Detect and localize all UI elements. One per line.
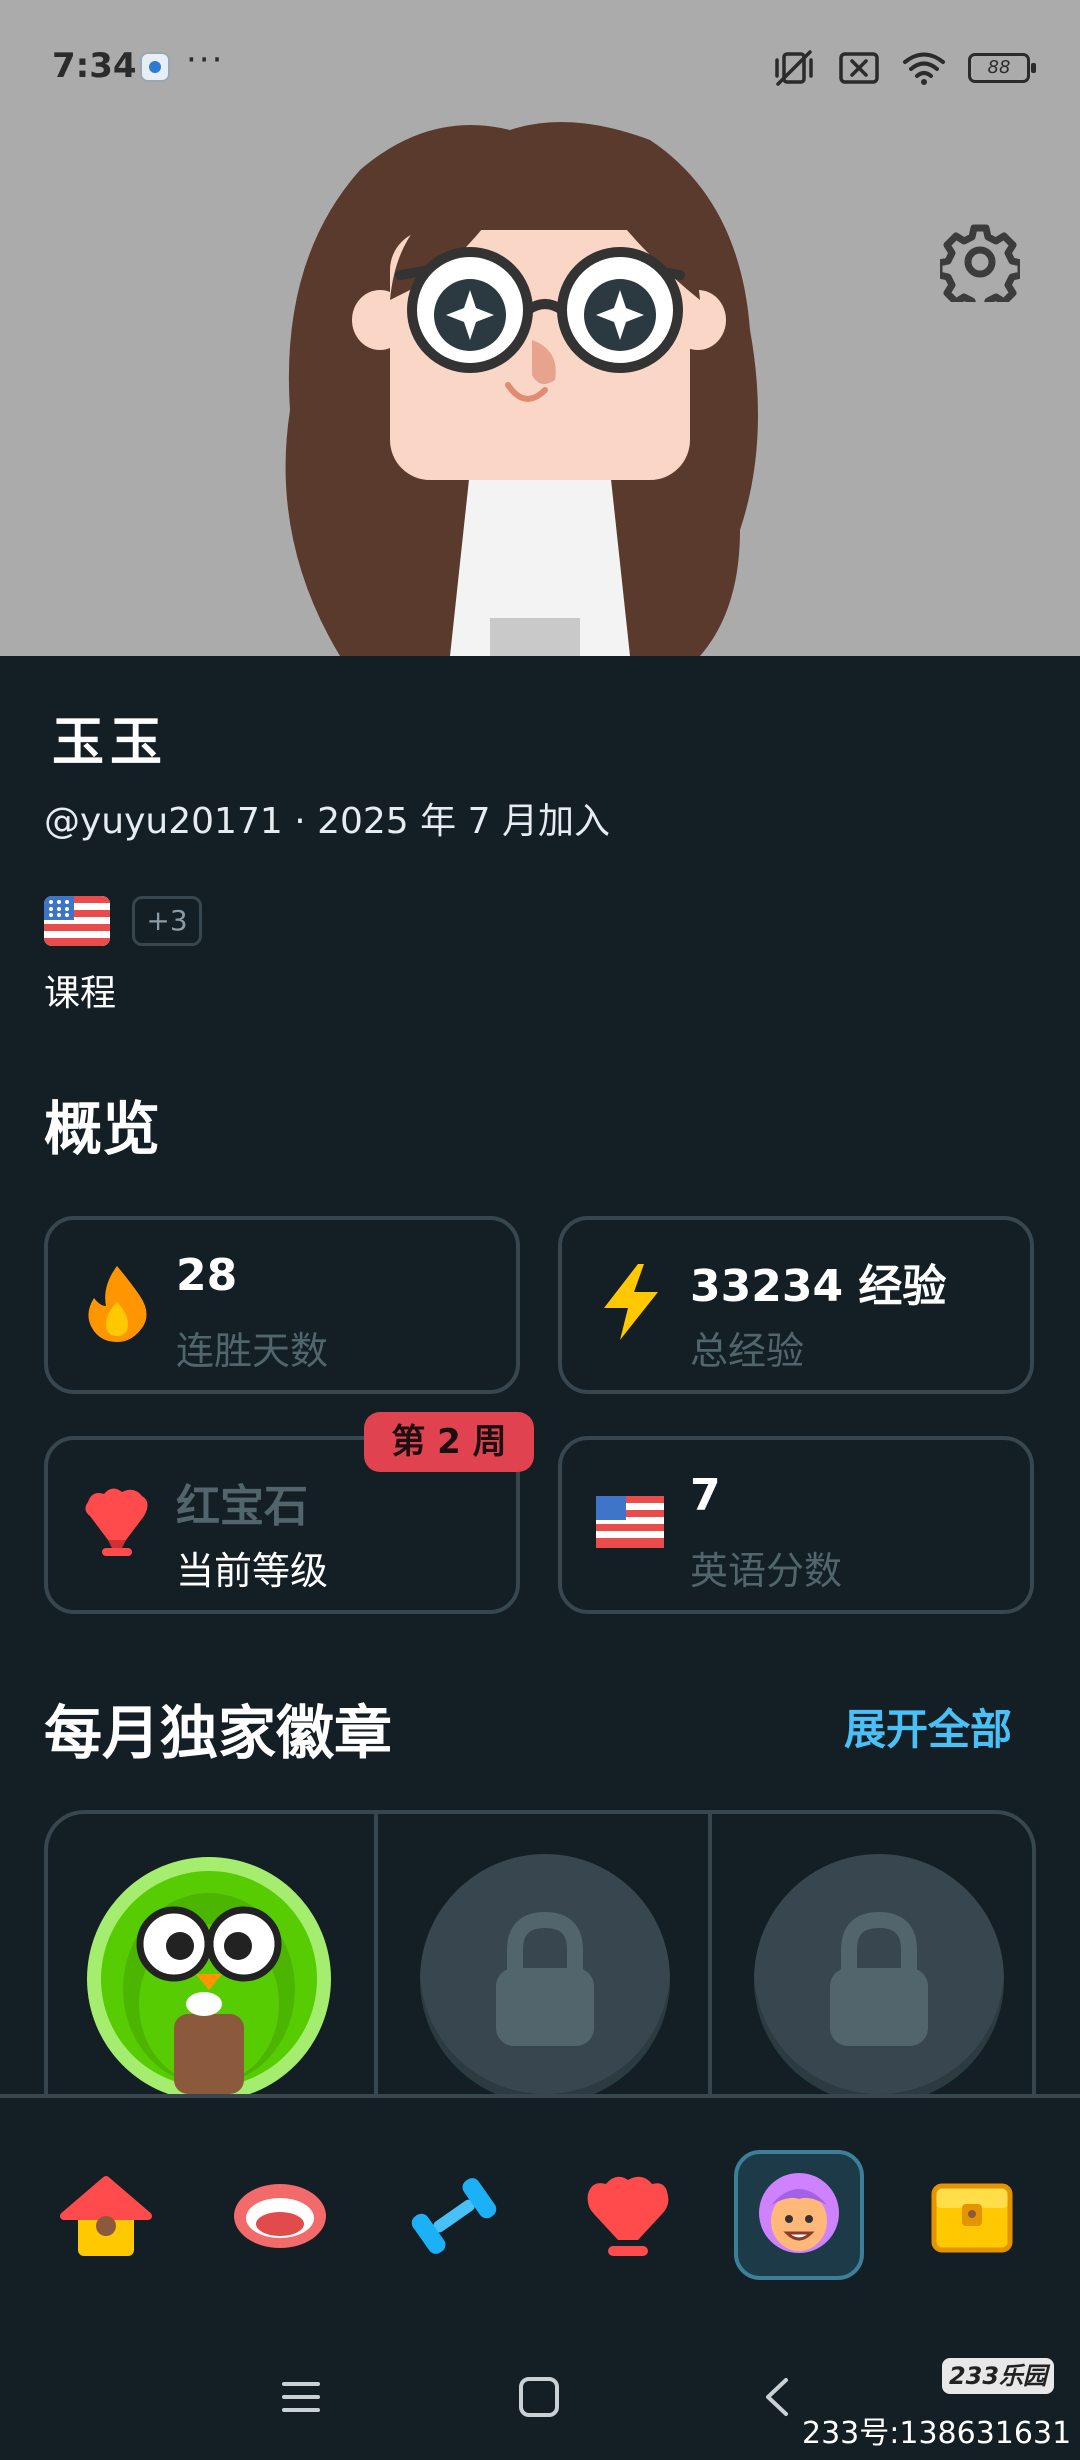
profile-icon (759, 2173, 839, 2253)
us-flag-icon (596, 1496, 664, 1548)
avatar-illustration (285, 122, 758, 656)
nav-practice[interactable] (394, 2156, 514, 2276)
app-notification-icon (140, 52, 170, 82)
locked-badge[interactable] (754, 1854, 1004, 2104)
total-xp-card[interactable]: 33234 经验 总经验 (558, 1216, 1034, 1394)
username-join-date: @yuyu20171 · 2025 年 7 月加入 (44, 801, 610, 842)
monthly-badges-title: 每月独家徽章 (44, 1699, 393, 1767)
wifi-icon (903, 52, 945, 85)
speaking-icon (234, 2184, 326, 2248)
vibrate-off-icon (775, 50, 813, 86)
shop-chest-icon (931, 2183, 1013, 2253)
league-week-badge: 第 2 周 (364, 1412, 534, 1472)
back-icon[interactable] (756, 2374, 802, 2420)
badge-divider (374, 1814, 378, 2110)
course-list[interactable]: +3 (44, 896, 202, 946)
home-button-icon[interactable] (516, 2374, 562, 2420)
us-flag-icon[interactable] (44, 896, 110, 946)
leagues-icon (587, 2176, 669, 2256)
streak-label: 连胜天数 (176, 1329, 329, 1373)
streak-card[interactable]: 28 连胜天数 (44, 1216, 520, 1394)
display-name: 玉玉 (52, 713, 169, 773)
nav-shop[interactable] (912, 2156, 1032, 2276)
gear-icon[interactable] (940, 222, 1020, 302)
status-time: 7:34 (52, 46, 137, 86)
english-score-card[interactable]: 7 英语分数 (558, 1436, 1034, 1614)
profile-hero: 7:34 ··· 88 (0, 0, 1080, 656)
menu-icon[interactable] (278, 2374, 324, 2420)
battery-icon: 88 (968, 53, 1036, 83)
total-xp-value: 33234 经验 (690, 1261, 947, 1312)
badge-divider (708, 1814, 712, 2110)
more-courses-badge[interactable]: +3 (132, 896, 202, 946)
lightning-icon (604, 1264, 658, 1340)
courses-label: 课程 (44, 973, 117, 1014)
lock-icon (496, 1911, 594, 2046)
owl-badge-icon (87, 1857, 331, 2101)
nav-profile[interactable] (734, 2150, 864, 2280)
league-value: 红宝石 (176, 1481, 308, 1532)
streak-value: 28 (176, 1250, 238, 1301)
flame-icon (88, 1266, 147, 1342)
watermark-logo: 233乐园 (942, 2358, 1054, 2394)
monthly-badges-panel (44, 1810, 1036, 2110)
expand-all-link[interactable]: 展开全部 (844, 1696, 1012, 1757)
ruby-league-icon (85, 1488, 148, 1556)
english-score-value: 7 (690, 1470, 721, 1521)
lock-icon (830, 1911, 928, 2046)
nav-leagues[interactable] (568, 2156, 688, 2276)
status-icons: 88 (772, 48, 1036, 88)
english-score-label: 英语分数 (690, 1549, 843, 1593)
nav-speaking[interactable] (220, 2156, 340, 2276)
overview-title: 概览 (44, 1095, 161, 1163)
status-more: ··· (186, 40, 225, 80)
league-label: 当前等级 (176, 1549, 329, 1593)
no-sim-icon (839, 52, 879, 84)
total-xp-label: 总经验 (690, 1329, 805, 1373)
bottom-navigation (0, 2094, 1080, 2284)
owl-badge[interactable] (84, 1854, 334, 2104)
home-icon (60, 2176, 152, 2256)
practice-icon (411, 2178, 497, 2254)
locked-badge[interactable] (420, 1854, 670, 2104)
watermark-text: 233号:138631631 (802, 2416, 1072, 2451)
nav-home[interactable] (46, 2156, 166, 2276)
